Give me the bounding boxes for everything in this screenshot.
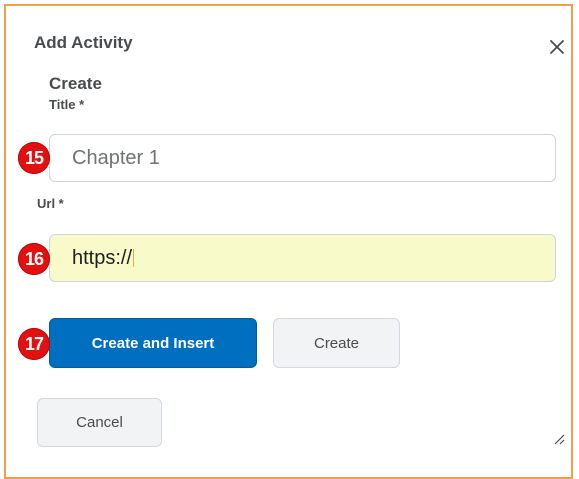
title-input[interactable]: Chapter 1 (49, 134, 556, 182)
step-badge-15: 15 (18, 142, 50, 174)
title-input-value: Chapter 1 (72, 146, 160, 169)
create-button[interactable]: Create (273, 318, 400, 368)
title-label: Title * (49, 97, 85, 112)
close-icon[interactable] (549, 39, 565, 55)
create-and-insert-button[interactable]: Create and Insert (49, 318, 257, 368)
resize-handle-icon[interactable] (553, 433, 565, 445)
text-caret (133, 249, 135, 267)
dialog-title: Add Activity (34, 33, 133, 52)
section-heading: Create (49, 74, 102, 93)
close-button[interactable] (546, 36, 568, 58)
url-input-value: https:// (72, 246, 133, 269)
cancel-button[interactable]: Cancel (37, 398, 162, 447)
step-badge-17: 17 (18, 328, 50, 360)
url-label: Url * (37, 196, 64, 211)
url-input[interactable]: https:// (49, 234, 556, 282)
step-badge-16: 16 (18, 243, 50, 275)
